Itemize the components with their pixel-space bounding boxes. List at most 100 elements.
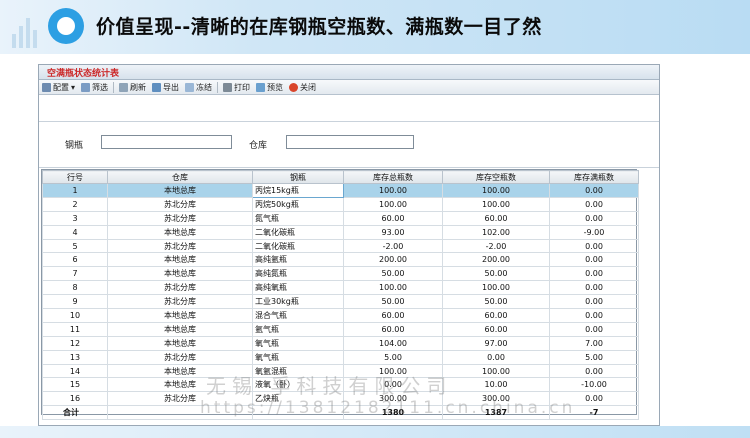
table-cell[interactable]: 10 xyxy=(42,308,108,323)
column-header[interactable]: 仓库 xyxy=(107,170,253,184)
table-row[interactable]: 10 本地总库 混合气瓶 60.00 60.00 0.00 xyxy=(42,308,639,323)
freeze-button[interactable]: 冻结 xyxy=(182,81,215,94)
table-cell[interactable]: 0.00 xyxy=(549,252,639,268)
table-cell[interactable]: 2 xyxy=(42,196,108,212)
column-header[interactable]: 库存总瓶数 xyxy=(343,170,443,184)
table-cell[interactable]: 7 xyxy=(42,266,108,282)
table-row[interactable]: 6 本地总库 高纯氩瓶 200.00 200.00 0.00 xyxy=(42,252,639,268)
table-cell[interactable]: 0.00 xyxy=(549,308,639,323)
table-cell[interactable]: 200.00 xyxy=(343,252,443,268)
table-cell[interactable]: 本地总库 xyxy=(107,252,253,268)
table-row[interactable]: 3 苏北分库 氮气瓶 60.00 60.00 0.00 xyxy=(42,210,639,226)
table-cell[interactable]: 14 xyxy=(42,363,108,379)
table-cell[interactable]: 氩气瓶 xyxy=(252,321,344,337)
column-header[interactable]: 行号 xyxy=(42,170,108,184)
table-cell[interactable]: 苏北分库 xyxy=(107,196,253,212)
table-row[interactable]: 1 本地总库 丙烷15kg瓶 100.00 100.00 0.00 xyxy=(42,183,639,198)
table-cell[interactable]: 5.00 xyxy=(549,349,639,365)
table-cell[interactable]: 0.00 xyxy=(549,238,639,254)
table-cell[interactable]: 高纯氧瓶 xyxy=(252,280,344,296)
table-cell[interactable]: 本地总库 xyxy=(107,183,253,198)
table-row[interactable]: 2 苏北分库 丙烷50kg瓶 100.00 100.00 0.00 xyxy=(42,196,639,212)
table-cell[interactable]: 0.00 xyxy=(442,349,550,365)
table-cell[interactable]: 16 xyxy=(42,391,108,407)
table-cell[interactable]: -2.00 xyxy=(343,238,443,254)
table-row[interactable]: 11 本地总库 氩气瓶 60.00 60.00 0.00 xyxy=(42,321,639,337)
warehouse-filter-input[interactable] xyxy=(286,135,414,149)
table-cell[interactable]: 丙烷15kg瓶 xyxy=(252,183,344,198)
table-cell[interactable]: 本地总库 xyxy=(107,308,253,323)
table-cell[interactable]: 60.00 xyxy=(343,321,443,337)
table-cell[interactable]: 工业30kg瓶 xyxy=(252,294,344,310)
table-row[interactable]: 12 本地总库 氧气瓶 104.00 97.00 7.00 xyxy=(42,335,639,351)
table-cell[interactable]: 氮气瓶 xyxy=(252,210,344,226)
table-cell[interactable]: 二氧化碳瓶 xyxy=(252,224,344,240)
table-cell[interactable]: 50.00 xyxy=(442,266,550,282)
table-cell[interactable]: 本地总库 xyxy=(107,266,253,282)
table-cell[interactable]: 100.00 xyxy=(343,183,443,198)
table-cell[interactable]: 苏北分库 xyxy=(107,294,253,310)
table-cell[interactable]: 13 xyxy=(42,349,108,365)
preview-button[interactable]: 预览 xyxy=(253,81,286,94)
config-button[interactable]: 配置 ▾ xyxy=(39,81,78,94)
table-cell[interactable]: -2.00 xyxy=(442,238,550,254)
table-row[interactable]: 9 苏北分库 工业30kg瓶 50.00 50.00 0.00 xyxy=(42,294,639,310)
table-cell[interactable]: 100.00 xyxy=(442,280,550,296)
table-cell[interactable]: 15 xyxy=(42,377,108,393)
table-cell[interactable]: 0.00 xyxy=(549,363,639,379)
column-header[interactable]: 库存满瓶数 xyxy=(549,170,639,184)
table-cell[interactable]: 4 xyxy=(42,224,108,240)
table-cell[interactable]: 二氧化碳瓶 xyxy=(252,238,344,254)
table-cell[interactable]: 苏北分库 xyxy=(107,238,253,254)
table-cell[interactable]: 5 xyxy=(42,238,108,254)
table-cell[interactable]: 0.00 xyxy=(549,183,639,198)
table-row[interactable]: 7 本地总库 高纯氮瓶 50.00 50.00 0.00 xyxy=(42,266,639,282)
table-cell[interactable]: -10.00 xyxy=(549,377,639,393)
table-cell[interactable]: 苏北分库 xyxy=(107,349,253,365)
table-cell[interactable]: 12 xyxy=(42,335,108,351)
table-cell[interactable]: 混合气瓶 xyxy=(252,308,344,323)
table-cell[interactable]: 60.00 xyxy=(343,210,443,226)
table-cell[interactable]: 5.00 xyxy=(343,349,443,365)
print-button[interactable]: 打印 xyxy=(220,81,253,94)
table-cell[interactable]: 0.00 xyxy=(549,321,639,337)
table-cell[interactable]: 苏北分库 xyxy=(107,280,253,296)
table-cell[interactable]: 100.00 xyxy=(343,196,443,212)
table-row[interactable]: 8 苏北分库 高纯氧瓶 100.00 100.00 0.00 xyxy=(42,280,639,296)
table-cell[interactable]: 0.00 xyxy=(549,280,639,296)
table-cell[interactable]: -9.00 xyxy=(549,224,639,240)
table-row[interactable]: 13 苏北分库 氧气瓶 5.00 0.00 5.00 xyxy=(42,349,639,365)
table-cell[interactable]: 60.00 xyxy=(442,210,550,226)
export-button[interactable]: 导出 xyxy=(149,81,182,94)
column-header[interactable]: 库存空瓶数 xyxy=(442,170,550,184)
table-cell[interactable]: 11 xyxy=(42,321,108,337)
table-cell[interactable]: 0.00 xyxy=(549,294,639,310)
table-cell[interactable]: 200.00 xyxy=(442,252,550,268)
table-row[interactable]: 4 本地总库 二氧化碳瓶 93.00 102.00 -9.00 xyxy=(42,224,639,240)
table-cell[interactable]: 9 xyxy=(42,294,108,310)
table-cell[interactable]: 10.00 xyxy=(442,377,550,393)
table-cell[interactable]: 本地总库 xyxy=(107,224,253,240)
table-cell[interactable]: 60.00 xyxy=(442,321,550,337)
table-cell[interactable]: 0.00 xyxy=(549,196,639,212)
table-cell[interactable]: 50.00 xyxy=(442,294,550,310)
table-cell[interactable]: 102.00 xyxy=(442,224,550,240)
table-cell[interactable]: 60.00 xyxy=(343,308,443,323)
table-cell[interactable]: 6 xyxy=(42,252,108,268)
table-cell[interactable]: 1 xyxy=(42,183,108,198)
table-cell[interactable]: 本地总库 xyxy=(107,335,253,351)
table-cell[interactable]: 氧气瓶 xyxy=(252,349,344,365)
table-row[interactable]: 5 苏北分库 二氧化碳瓶 -2.00 -2.00 0.00 xyxy=(42,238,639,254)
table-cell[interactable]: 氧气瓶 xyxy=(252,335,344,351)
table-cell[interactable]: 100.00 xyxy=(442,183,550,198)
refresh-button[interactable]: 刷新 xyxy=(116,81,149,94)
table-cell[interactable]: 100.00 xyxy=(442,196,550,212)
table-cell[interactable]: 50.00 xyxy=(343,294,443,310)
table-cell[interactable]: 高纯氮瓶 xyxy=(252,266,344,282)
table-cell[interactable]: 50.00 xyxy=(343,266,443,282)
cylinder-filter-input[interactable] xyxy=(101,135,232,149)
table-cell[interactable]: 93.00 xyxy=(343,224,443,240)
table-cell[interactable]: 本地总库 xyxy=(107,321,253,337)
table-cell[interactable]: 100.00 xyxy=(343,280,443,296)
table-cell[interactable]: 高纯氩瓶 xyxy=(252,252,344,268)
